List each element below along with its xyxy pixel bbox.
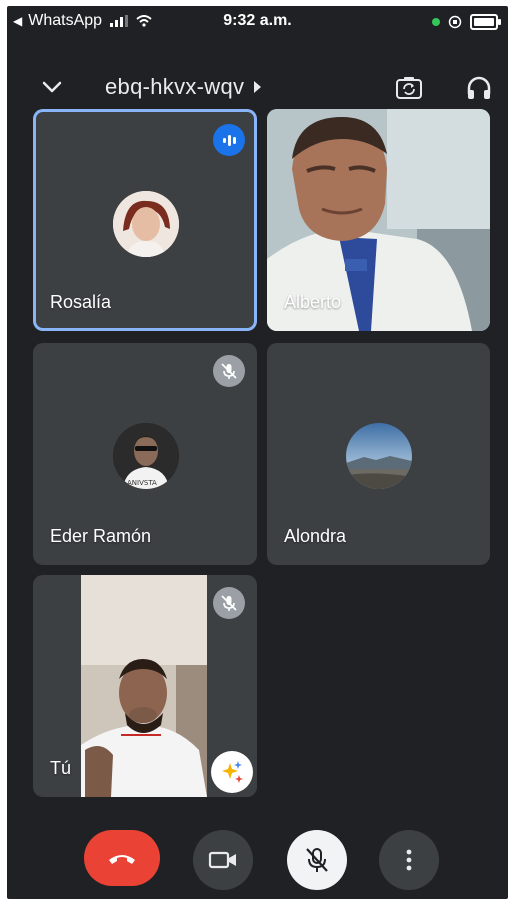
end-call-button[interactable]	[84, 830, 160, 886]
svg-text:ANIVSTA: ANIVSTA	[127, 479, 157, 487]
mic-in-use-indicator	[432, 18, 440, 26]
participant-name: Eder Ramón	[50, 526, 152, 546]
meet-call-screen: ◀ WhatsApp 9:32 a.m. ebq-hkvx-wqv Rosalí…	[7, 6, 508, 899]
phone-hangup-icon	[109, 855, 135, 864]
meeting-code: ebq-hkvx-wqv	[105, 74, 245, 99]
participant-tile-alberto[interactable]: Alberto	[267, 109, 490, 331]
effects-sparkle-icon[interactable]	[211, 751, 253, 793]
participant-tile-rosalia[interactable]: Rosalía	[33, 109, 257, 331]
mic-off-icon	[213, 587, 245, 619]
video-camera-icon	[208, 851, 236, 869]
participant-name: Alberto	[284, 292, 342, 312]
self-video	[81, 575, 207, 797]
battery-icon	[470, 14, 501, 30]
orientation-lock-icon	[448, 15, 462, 29]
participant-tile-eder-ramon[interactable]: ANIVSTA Eder Ramón	[33, 343, 257, 565]
status-right	[432, 14, 501, 30]
participant-tile-alondra[interactable]: Alondra	[267, 343, 490, 565]
speaking-indicator-icon	[213, 124, 245, 156]
participant-name: Alondra	[284, 526, 347, 546]
participant-name: Rosalía	[50, 292, 112, 312]
avatar: ANIVSTA	[113, 423, 179, 489]
mic-off-icon	[213, 355, 245, 387]
participant-name: Tú	[50, 758, 72, 778]
call-controls	[7, 816, 508, 896]
headphones-icon[interactable]	[465, 74, 493, 102]
avatar	[346, 423, 412, 489]
status-bar: ◀ WhatsApp 9:32 a.m.	[7, 6, 508, 36]
camera-flip-icon[interactable]	[395, 74, 423, 102]
more-options-button[interactable]	[379, 830, 439, 890]
chevron-down-icon[interactable]	[37, 72, 67, 102]
more-vertical-icon	[406, 849, 412, 871]
chevron-right-icon	[254, 81, 262, 93]
mic-off-icon	[306, 848, 328, 872]
meeting-code-button[interactable]: ebq-hkvx-wqv	[105, 74, 262, 100]
camera-toggle-button[interactable]	[193, 830, 253, 890]
call-header: ebq-hkvx-wqv	[7, 64, 508, 108]
participant-tile-self[interactable]: Tú	[33, 575, 257, 797]
mic-toggle-button[interactable]	[287, 830, 347, 890]
avatar	[113, 191, 179, 257]
